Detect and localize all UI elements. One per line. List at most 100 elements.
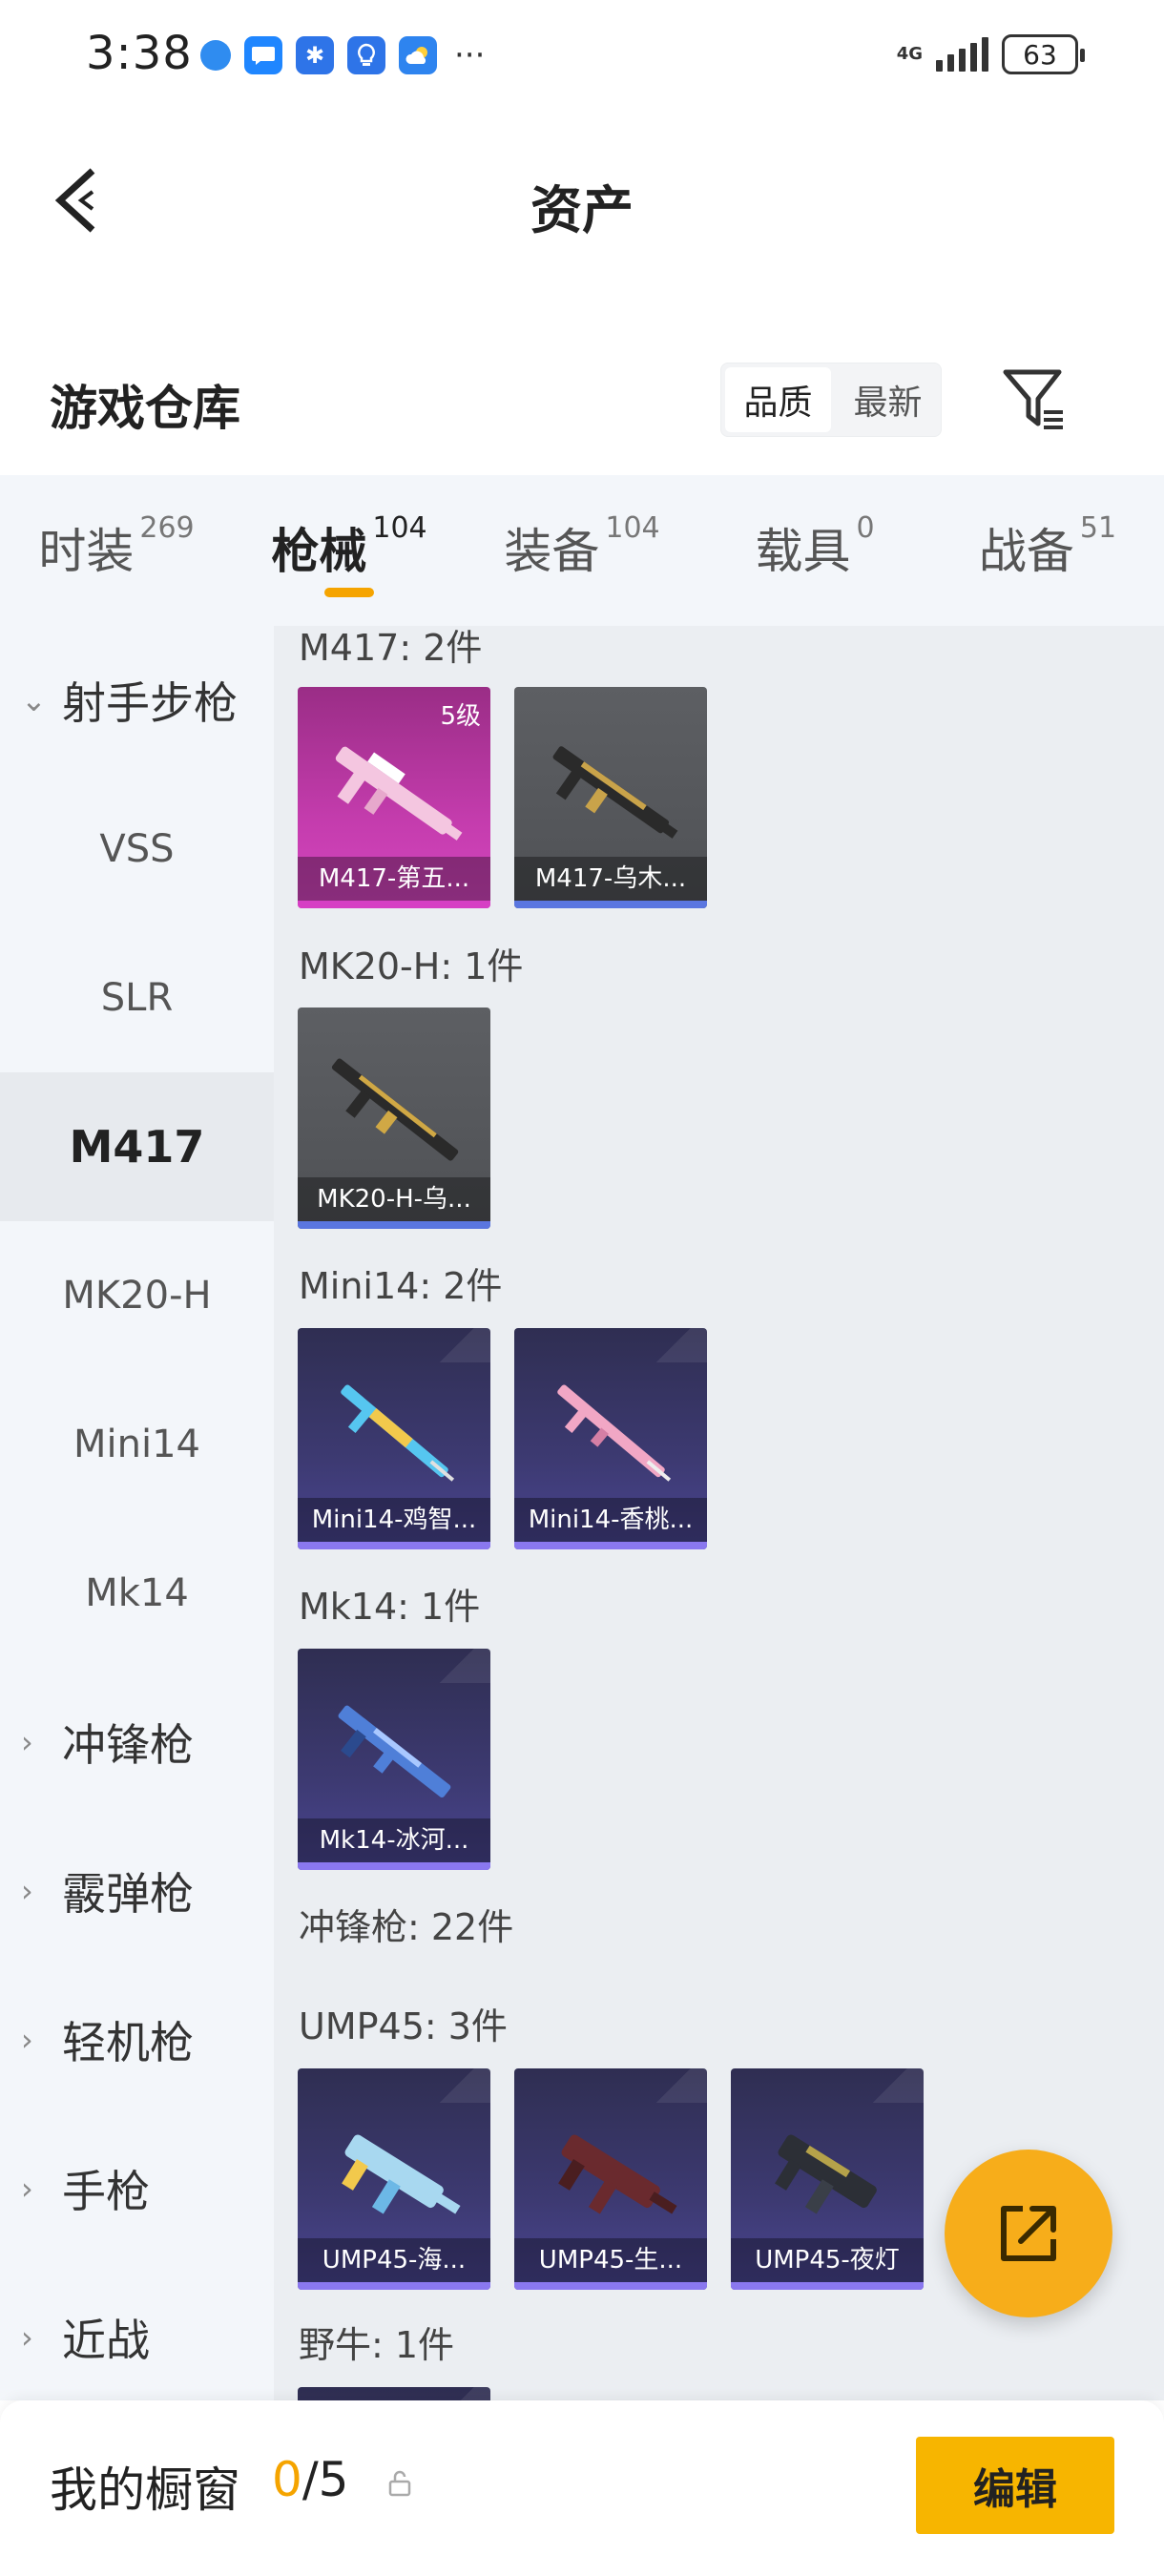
tab-fashion[interactable]: 时装 269 (0, 475, 233, 626)
weapon-name: Mk14-冰河... (298, 1818, 490, 1862)
clock: 3:38 (86, 27, 193, 80)
rarity-bar (298, 1221, 490, 1229)
tab-combat-gear[interactable]: 战备 51 (931, 475, 1164, 626)
tab-count: 269 (139, 511, 195, 545)
sidebar-item-label: Mini14 (73, 1423, 200, 1466)
weapon-card[interactable]: UMP45-生... (514, 2068, 707, 2290)
weapon-name: UMP45-夜灯 (731, 2238, 924, 2282)
sidebar-item-smg[interactable]: › 冲锋枪 (0, 1668, 274, 1817)
weapon-name: M417-第五... (298, 857, 490, 901)
browser-notification-icon (200, 40, 231, 71)
showcase-count: 0/5 (272, 2452, 348, 2507)
rarity-bar (298, 1862, 490, 1870)
rarity-bar (298, 1542, 490, 1549)
weapon-name: UMP45-海... (298, 2238, 490, 2282)
sort-toggle: 品质 最新 (720, 363, 942, 437)
filter-button[interactable] (1002, 364, 1069, 435)
sidebar-item-mk14[interactable]: Mk14 (0, 1519, 274, 1668)
sidebar-item-label: 射手步枪 (62, 677, 238, 729)
warehouse-toolbar: 游戏仓库 品质 最新 (0, 353, 1164, 477)
chevron-right-icon: › (21, 2171, 33, 2207)
tab-label: 装备 (504, 524, 600, 579)
category-tabs: 时装 269 枪械 104 装备 104 载具 0 战备 51 (0, 475, 1164, 626)
weapon-name: MK20-H-乌... (298, 1177, 490, 1221)
weapon-card[interactable]: M417-乌木... (514, 687, 707, 908)
chevron-down-icon: ⌄ (21, 682, 47, 718)
sidebar-item-shotguns[interactable]: › 霰弹枪 (0, 1817, 274, 1965)
showcase-max: 5 (318, 2452, 349, 2507)
chevron-right-icon: › (21, 2319, 33, 2356)
system-status: 4G 63 (896, 34, 1085, 74)
level-badge: 5级 (440, 702, 481, 731)
sidebar-item-slr[interactable]: SLR (0, 924, 274, 1072)
sidebar-item-m417[interactable]: M417 (0, 1072, 274, 1221)
sidebar-item-label: 冲锋枪 (62, 1719, 194, 1771)
weapon-category-sidebar: ⌄ 射手步枪 VSS SLR M417 MK20-H Mini14 Mk14 ›… (0, 626, 274, 2400)
rarity-bar (514, 901, 707, 908)
sidebar-item-melee[interactable]: › 近战 (0, 2263, 274, 2412)
showcase-current: 0 (272, 2452, 302, 2507)
weapon-card[interactable] (298, 2387, 490, 2400)
sidebar-item-marksman-rifles[interactable]: ⌄ 射手步枪 (0, 626, 274, 775)
sidebar-item-label: 近战 (62, 2315, 150, 2366)
section-title: M417: 2件 (299, 627, 483, 669)
app-header: 资产 (0, 143, 1164, 258)
sidebar-item-label: 手枪 (62, 2166, 150, 2217)
showcase-bar: 我的橱窗 0/5 编辑 (0, 2400, 1164, 2576)
sidebar-item-label: MK20-H (62, 1274, 212, 1318)
chevron-right-icon: › (21, 2022, 33, 2058)
tab-label: 载具 (755, 524, 851, 579)
tab-equipment[interactable]: 装备 104 (466, 475, 698, 626)
sidebar-item-pistols[interactable]: › 手枪 (0, 2114, 274, 2263)
sort-newest-button[interactable]: 最新 (835, 364, 941, 436)
bulb-notification-icon (347, 36, 385, 74)
sidebar-item-label: 轻机枪 (62, 2017, 194, 2068)
weapon-card[interactable]: Mini14-香桃... (514, 1328, 707, 1549)
network-type: 4G (896, 44, 923, 64)
share-icon (1001, 2206, 1056, 2261)
tab-firearms[interactable]: 枪械 104 (233, 475, 466, 626)
sidebar-item-label: Mk14 (85, 1571, 189, 1615)
sidebar-item-label: M417 (69, 1121, 205, 1173)
rarity-bar (731, 2282, 924, 2290)
edit-button[interactable]: 编辑 (916, 2437, 1114, 2534)
weapon-card[interactable]: Mk14-冰河... (298, 1649, 490, 1870)
tab-underline (324, 588, 374, 597)
tab-label: 战备 (978, 524, 1074, 579)
tab-count: 104 (372, 511, 427, 545)
sort-quality-button[interactable]: 品质 (725, 367, 831, 432)
battery-icon: 63 (1002, 34, 1085, 74)
tab-count: 51 (1079, 511, 1117, 545)
section-title: 野牛: 1件 (299, 2324, 455, 2366)
share-button[interactable] (945, 2150, 1112, 2317)
rarity-bar (514, 1542, 707, 1549)
weapon-card[interactable]: UMP45-夜灯 (731, 2068, 924, 2290)
sidebar-item-lmg[interactable]: › 轻机枪 (0, 1965, 274, 2114)
rarity-bar (298, 2282, 490, 2290)
status-bar: 3:38 ✱ ··· 4G 63 (0, 0, 1164, 114)
section-title: Mk14: 1件 (299, 1586, 481, 1628)
showcase-separator: / (301, 2452, 319, 2507)
weapon-name: M417-乌木... (514, 857, 707, 901)
weapon-card[interactable]: MK20-H-乌... (298, 1008, 490, 1229)
chevron-right-icon: › (21, 1873, 33, 1909)
weapon-grid: M417: 2件 5级 M417-第五... M417-乌木... MK20-H… (274, 626, 1164, 2400)
weapon-name: UMP45-生... (514, 2238, 707, 2282)
more-notifications-icon: ··· (454, 36, 486, 74)
sidebar-item-mk20h[interactable]: MK20-H (0, 1221, 274, 1370)
tab-label: 时装 (38, 524, 135, 579)
tab-label: 枪械 (271, 524, 367, 579)
tab-vehicles[interactable]: 载具 0 (698, 475, 931, 626)
weapon-card[interactable]: Mini14-鸡智... (298, 1328, 490, 1549)
section-title: Mini14: 2件 (299, 1265, 503, 1307)
battery-level: 63 (1023, 38, 1057, 71)
weapon-card[interactable]: UMP45-海... (298, 2068, 490, 2290)
message-notification-icon (244, 36, 282, 74)
sidebar-item-mini14[interactable]: Mini14 (0, 1370, 274, 1519)
lock-icon (388, 2470, 411, 2497)
section-title: MK20-H: 1件 (299, 945, 524, 987)
weapon-card[interactable]: 5级 M417-第五... (298, 687, 490, 908)
tab-count: 0 (856, 511, 875, 545)
sidebar-item-vss[interactable]: VSS (0, 775, 274, 924)
page-title: 资产 (530, 180, 634, 240)
